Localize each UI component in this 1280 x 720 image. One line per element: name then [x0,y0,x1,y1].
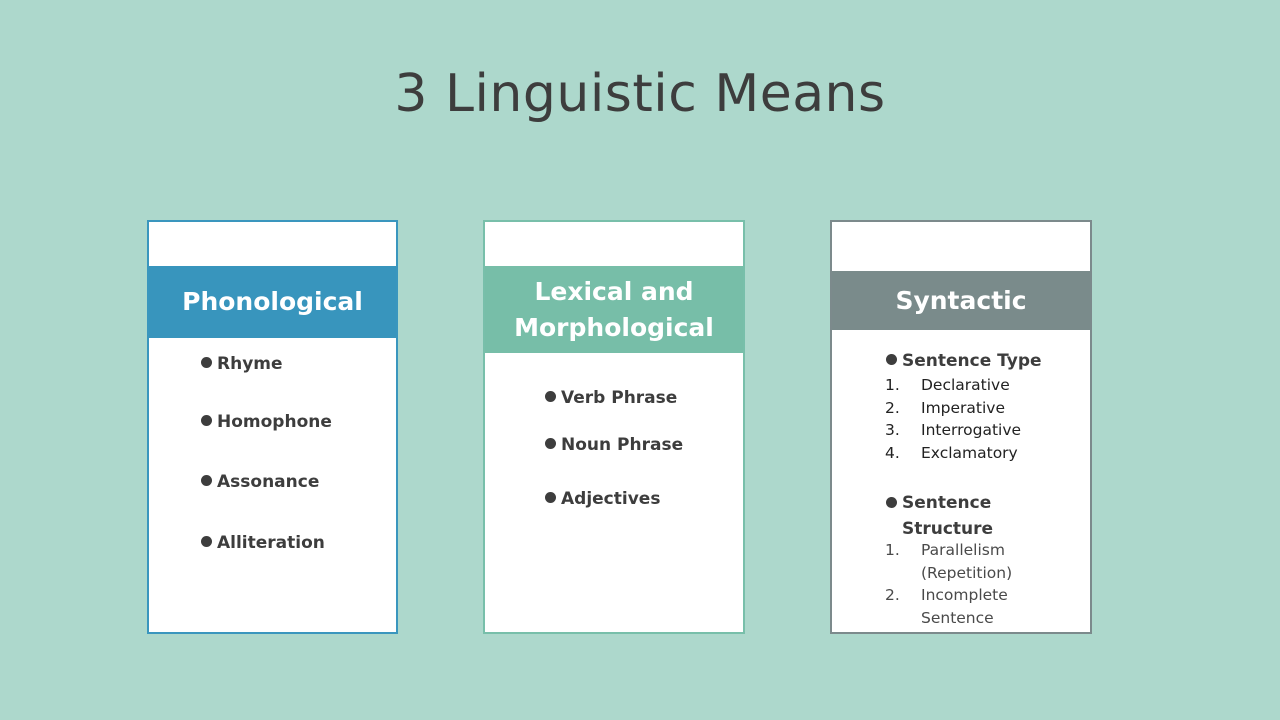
list-item: 2. Imperative [885,398,1006,417]
section-heading: Sentence Structure [886,490,1036,542]
bullet-icon [545,438,556,449]
bullet-icon [201,357,212,368]
bullet-label: Adjectives [561,489,661,509]
list-item: Assonance [201,472,319,492]
slide-title: 3 Linguistic Means [394,64,886,124]
bullet-icon [201,536,212,547]
list-item: 4. Exclamatory [885,443,1018,462]
list-item: Adjectives [545,489,660,509]
bullet-label: Homophone [217,412,332,432]
list-item: Rhyme [201,354,283,374]
syntactic-card: Syntactic Sentence Type 1. Declarative 2.… [830,220,1092,634]
bullet-label: Rhyme [217,354,283,374]
bullet-icon [886,354,897,365]
bullet-label: Noun Phrase [561,435,684,455]
list-item: Homophone [201,412,332,432]
phonological-card: Phonological Rhyme Homophone Assonance A… [147,220,398,634]
bullet-label: Verb Phrase [561,388,678,408]
lexical-morphological-header: Lexical and Morphological [485,266,743,353]
section-heading: Sentence Type [886,351,1042,371]
bullet-icon [545,492,556,503]
list-item: 1. Declarative [885,376,1010,394]
bullet-icon [201,415,212,426]
syntactic-header: Syntactic [832,271,1090,330]
lexical-morphological-card: Lexical and Morphological Verb Phrase No… [483,220,745,634]
phonological-header: Phonological [149,266,396,338]
section-heading-label: Sentence Type [902,351,1042,371]
sentence-type-list: 1. Declarative 2. Imperative 3. Interrogati… [885,374,1075,464]
bullet-icon [886,497,897,508]
bullet-label: Alliteration [217,533,325,553]
bullet-icon [201,475,212,486]
list-item: Verb Phrase [545,388,677,408]
bullet-icon [545,391,556,402]
list-item: Noun Phrase [545,435,683,455]
list-item: 3. Interrogative [885,421,1022,439]
list-item: 1. Parallelism (Repetition) [885,541,1013,582]
list-item: Alliteration [201,533,325,553]
sentence-structure-list: 1. Parallelism (Repetition) 2. Incomplete … [885,539,1055,629]
section-heading-label: Sentence Structure [902,493,994,539]
bullet-label: Assonance [217,472,320,492]
list-item: 2. Incomplete Sentence [885,586,1008,627]
